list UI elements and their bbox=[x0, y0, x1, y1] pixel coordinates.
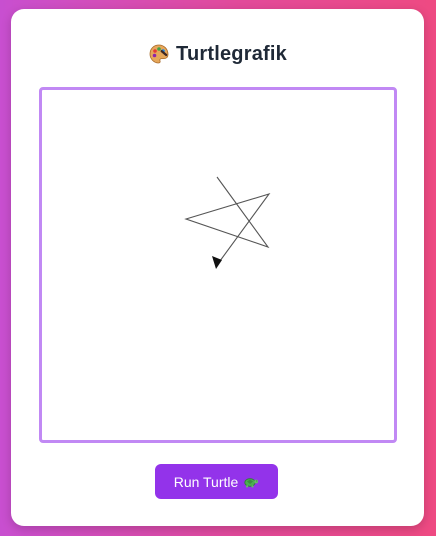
palette-icon bbox=[148, 43, 170, 65]
turtle-canvas bbox=[184, 176, 271, 269]
app-card: Turtlegrafik Run Turtle bbox=[11, 9, 424, 526]
turtle-icon bbox=[243, 475, 259, 489]
page-title: Turtlegrafik bbox=[176, 42, 287, 65]
run-turtle-label: Run Turtle bbox=[173, 473, 239, 490]
arrow-cursor-icon bbox=[212, 256, 222, 269]
star-drawing bbox=[184, 176, 271, 266]
header: Turtlegrafik bbox=[11, 42, 424, 66]
turtle-canvas-frame bbox=[39, 87, 397, 443]
run-turtle-button[interactable]: Run Turtle bbox=[155, 464, 278, 499]
